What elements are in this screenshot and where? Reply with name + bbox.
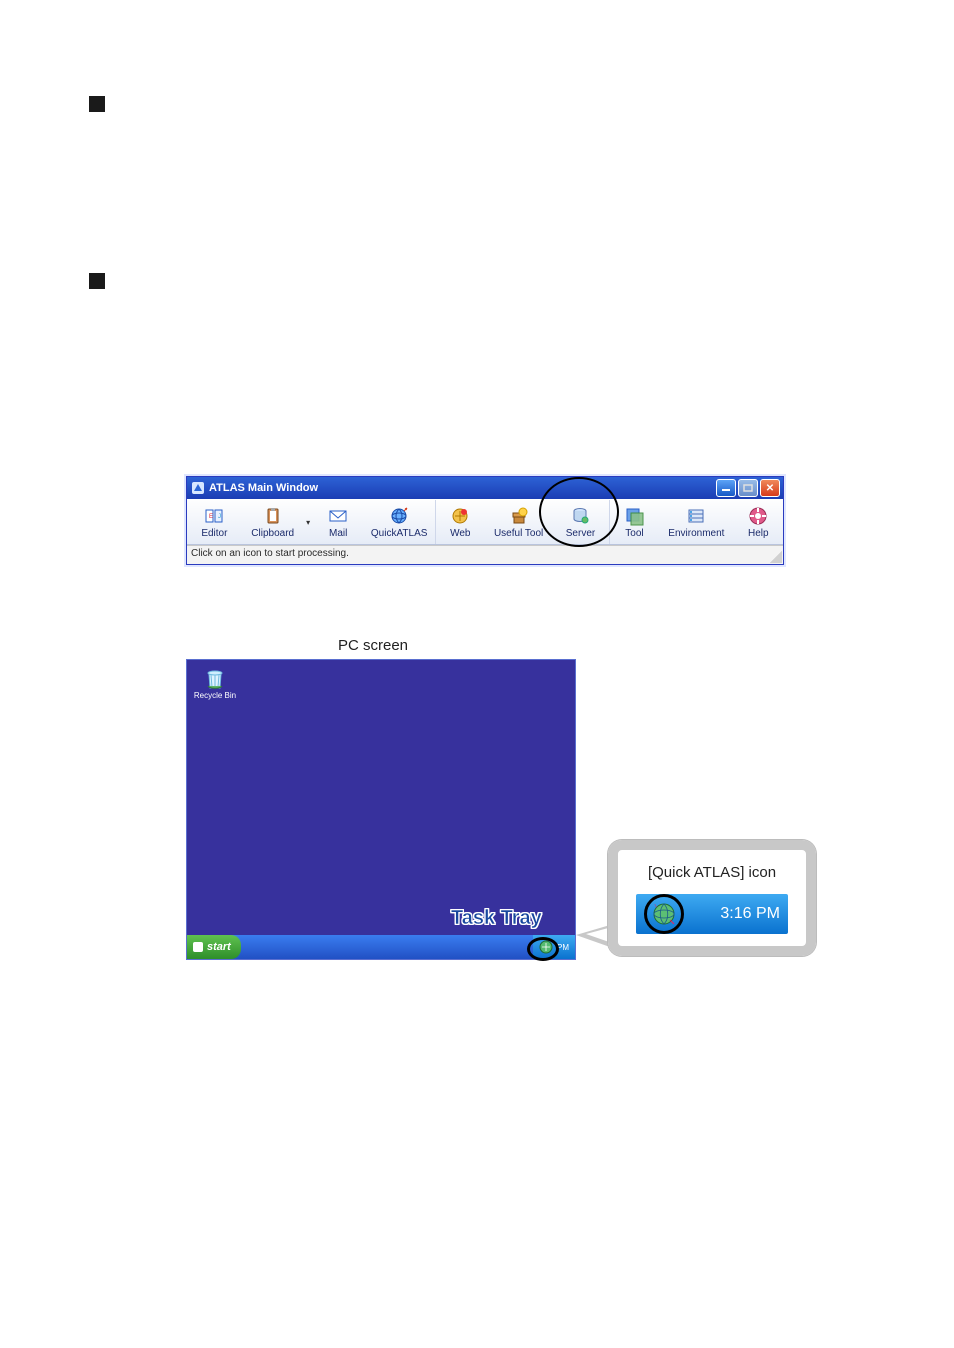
- quickatlas-icon: [389, 506, 409, 526]
- toolbar-quickatlas-button[interactable]: QuickATLAS: [364, 500, 436, 544]
- toolbar: E J Editor Clipboard ▾: [187, 499, 783, 545]
- toolbar-label: Web: [450, 528, 470, 539]
- quickatlas-icon[interactable]: [652, 902, 676, 926]
- section-bullet: [89, 96, 105, 112]
- titlebar[interactable]: ATLAS Main Window ✕: [187, 477, 783, 499]
- toolbar-label: Useful Tool: [494, 528, 543, 539]
- pc-desktop: Recycle Bin Task Tray start PM: [186, 659, 576, 960]
- quickatlas-icon-highlight: [644, 894, 684, 934]
- toolbar-label: Mail: [329, 528, 347, 539]
- callout-label: [Quick ATLAS] icon: [608, 864, 816, 881]
- status-text: Click on an icon to start processing.: [191, 548, 349, 559]
- clipboard-dropdown-caret[interactable]: ▾: [304, 500, 313, 544]
- toolbar-usefultool-button[interactable]: Useful Tool: [485, 500, 552, 544]
- toolbar-editor-button[interactable]: E J Editor: [187, 500, 242, 544]
- toolbar-label: Server: [566, 528, 595, 539]
- environment-icon: [686, 506, 706, 526]
- callout-tray-preview: 3:16 PM: [636, 894, 788, 934]
- quickatlas-callout: [Quick ATLAS] icon 3:16 PM: [608, 840, 816, 956]
- toolbar-web-button[interactable]: Web: [436, 500, 485, 544]
- pc-screen-caption: PC screen: [338, 637, 408, 654]
- svg-text:J: J: [218, 514, 221, 520]
- start-button[interactable]: start: [187, 935, 241, 959]
- mail-icon: [328, 506, 348, 526]
- callout-time: 3:16 PM: [720, 905, 780, 923]
- recycle-bin-label: Recycle Bin: [191, 691, 239, 700]
- toolbar-tool-button[interactable]: Tool: [610, 500, 659, 544]
- toolbar-environment-button[interactable]: Environment: [659, 500, 733, 544]
- toolbar-label: Environment: [668, 528, 724, 539]
- toolbar-label: Help: [748, 528, 769, 539]
- toolbar-mail-button[interactable]: Mail: [313, 500, 364, 544]
- toolbar-server-button[interactable]: Server: [552, 500, 610, 544]
- svg-text:E: E: [209, 514, 213, 520]
- toolbar-label: Tool: [625, 528, 643, 539]
- server-icon: [570, 506, 590, 526]
- toolbar-label: Editor: [201, 528, 227, 539]
- usefultool-icon: [509, 506, 529, 526]
- app-icon: [191, 481, 205, 495]
- section-bullet: [89, 273, 105, 289]
- tool-icon: [624, 506, 644, 526]
- clipboard-icon: [263, 506, 283, 526]
- status-bar: Click on an icon to start processing.: [187, 545, 783, 564]
- toolbar-help-button[interactable]: Help: [734, 500, 783, 544]
- window-title: ATLAS Main Window: [209, 482, 318, 494]
- tasktray-label: Task Tray: [451, 907, 542, 930]
- maximize-button[interactable]: [738, 479, 758, 497]
- toolbar-clipboard-button[interactable]: Clipboard: [242, 500, 304, 544]
- atlas-main-window: ATLAS Main Window ✕ E J: [186, 476, 784, 565]
- recycle-bin-icon[interactable]: Recycle Bin: [191, 668, 239, 700]
- taskbar[interactable]: start PM: [187, 935, 575, 959]
- web-icon: [450, 506, 470, 526]
- close-button[interactable]: ✕: [760, 479, 780, 497]
- minimize-button[interactable]: [716, 479, 736, 497]
- tray-icon-highlight-circle: [527, 937, 559, 961]
- help-icon: [748, 506, 768, 526]
- editor-icon: E J: [204, 506, 224, 526]
- start-label: start: [207, 941, 231, 953]
- toolbar-label: Clipboard: [251, 528, 294, 539]
- toolbar-label: QuickATLAS: [371, 528, 428, 539]
